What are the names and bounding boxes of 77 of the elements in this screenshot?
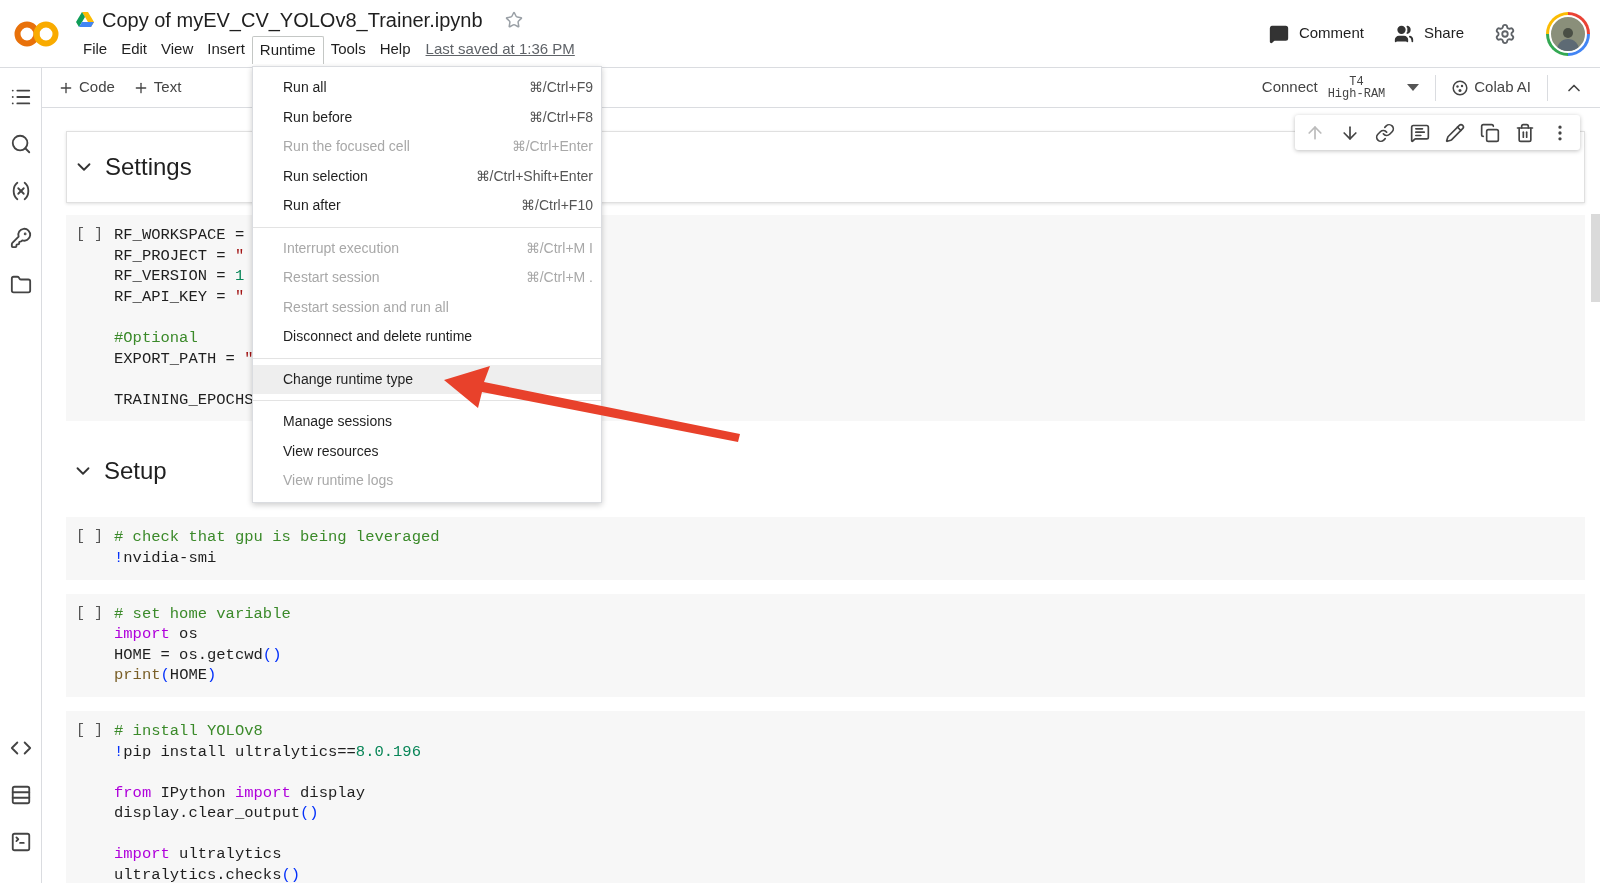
menu-option[interactable]: Run all ⌘/Ctrl+F9: [253, 73, 601, 103]
menu-item[interactable]: Insert: [200, 35, 252, 64]
notebook-title[interactable]: Copy of myEV_CV_YOLOv8_Trainer.ipynb: [102, 4, 483, 35]
section-title: Setup: [104, 456, 167, 487]
menu-item[interactable]: File: [76, 35, 115, 64]
add-cell-button[interactable]: Code: [58, 76, 115, 99]
shortcut-label: ⌘/Ctrl+M .: [525, 268, 593, 288]
key-icon[interactable]: [9, 227, 32, 249]
code-line: # check that gpu is being leveraged: [114, 527, 440, 548]
code-line: TRAINING_EPOCHS: [114, 389, 254, 411]
code-line: from IPython import display: [114, 782, 366, 804]
share-button[interactable]: Share: [1393, 22, 1464, 45]
code-cell[interactable]: [ ] # check that gpu is being leveraged !nvidia-smi: [66, 517, 1585, 580]
avatar[interactable]: [1546, 11, 1590, 56]
code-line: ultralytics.checks(): [114, 865, 301, 883]
gpu-label: T4: [1349, 75, 1364, 88]
run-prompt[interactable]: [ ]: [66, 720, 114, 883]
menu-option[interactable]: Run before ⌘/Ctrl+F8: [253, 102, 601, 132]
run-prompt[interactable]: [ ]: [66, 225, 114, 411]
form-icon[interactable]: [9, 784, 32, 806]
menu-option[interactable]: Change runtime type: [253, 364, 601, 394]
code-cell[interactable]: [ ] # install YOLOv8 !pip install ultralytics==8.0.196 from IPython import display display.clear_output() import ultralytics ultralytics.checks(): [66, 710, 1585, 883]
dots-circle-icon: [1452, 79, 1469, 96]
shortcut-label: ⌘/Ctrl+Shift+Enter: [475, 166, 593, 186]
terminal-icon[interactable]: [9, 831, 32, 853]
menu-item[interactable]: Tools: [323, 35, 373, 64]
code-line: print(HOME): [114, 665, 217, 686]
pencil-icon[interactable]: [1445, 122, 1465, 143]
code-cell[interactable]: [ ] # set home variable import os HOME = os.getcwd() print(HOME): [66, 593, 1585, 697]
code-line: import os: [114, 624, 198, 645]
code-line: HOME = os.getcwd(): [114, 644, 282, 666]
code-line: RF_PROJECT = ": [114, 245, 245, 267]
section-header[interactable]: Setup: [66, 435, 171, 508]
trash-icon[interactable]: [1515, 122, 1535, 143]
people-icon: [1393, 23, 1414, 44]
section-title: Settings: [105, 152, 192, 182]
menu-item[interactable]: Edit: [114, 35, 155, 64]
star-icon[interactable]: [504, 10, 523, 29]
comment-icon[interactable]: [1410, 122, 1430, 143]
code-line: RF_API_KEY = ": [114, 286, 245, 308]
code-line: EXPORT_PATH = ": [114, 348, 254, 370]
drive-icon: [76, 11, 94, 28]
link-icon[interactable]: [1375, 122, 1395, 143]
shortcut-label: ⌘/Ctrl+Enter: [511, 137, 593, 157]
run-prompt[interactable]: [ ]: [66, 603, 114, 686]
comment-button[interactable]: Comment: [1268, 22, 1364, 45]
code-line: RF_VERSION = 1: [114, 266, 245, 287]
menu-item[interactable]: View: [154, 35, 201, 64]
menu-option[interactable]: View resources: [253, 436, 601, 466]
code-line: !nvidia-smi: [114, 547, 217, 569]
menu-item[interactable]: Runtime: [251, 35, 324, 64]
last-saved-link[interactable]: Last saved at 1:36 PM: [425, 38, 575, 61]
code-line: import ultralytics: [114, 844, 282, 866]
code-line: # install YOLOv8: [114, 720, 263, 742]
code-line: #Optional: [114, 327, 198, 349]
comment-icon: [1268, 23, 1289, 44]
colab-ai-button[interactable]: Colab AI: [1452, 76, 1531, 99]
copy-icon[interactable]: [1480, 122, 1500, 143]
settings-icon[interactable]: [1494, 22, 1516, 45]
scrollbar-thumb[interactable]: [1591, 214, 1600, 302]
menu-item[interactable]: Help: [372, 35, 418, 64]
shortcut-label: ⌘/Ctrl+F8: [528, 107, 593, 127]
shortcut-label: ⌘/Ctrl+F9: [528, 78, 593, 98]
shortcut-label: ⌘/Ctrl+M I: [525, 238, 593, 258]
ram-label: High-RAM: [1327, 87, 1386, 100]
add-cell-button[interactable]: Text: [132, 76, 182, 99]
menu-option[interactable]: Disconnect and delete runtime: [253, 322, 601, 352]
code-line: display.clear_output(): [114, 803, 319, 824]
run-prompt[interactable]: [ ]: [66, 527, 114, 569]
menu-option[interactable]: Run selection ⌘/Ctrl+Shift+Enter: [253, 161, 601, 191]
code-line: RF_WORKSPACE =: [114, 225, 245, 246]
dropdown-caret-icon[interactable]: [1407, 84, 1420, 91]
code-line: !pip install ultralytics==8.0.196: [114, 741, 421, 763]
folder-icon[interactable]: [9, 274, 32, 296]
search-icon[interactable]: [9, 133, 32, 155]
code-line: # set home variable: [114, 603, 291, 625]
logo-icon: [14, 19, 60, 48]
